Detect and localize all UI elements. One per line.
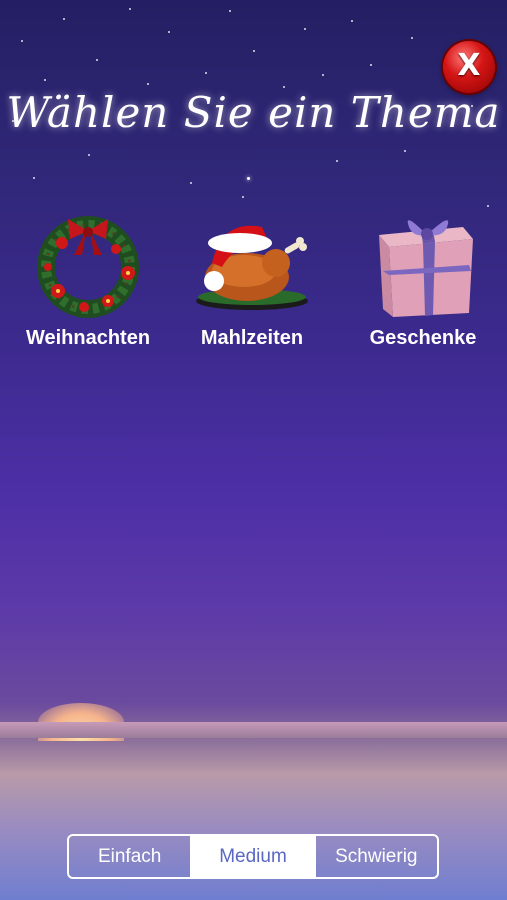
theme-label: Mahlzeiten <box>200 327 304 349</box>
difficulty-selector[interactable]: Einfach Medium Schwierig <box>67 834 439 879</box>
theme-option-mahlzeiten[interactable]: Mahlzeiten <box>172 205 332 350</box>
theme-option-geschenke[interactable]: Geschenke <box>343 205 503 350</box>
close-button[interactable]: X <box>443 41 495 93</box>
difficulty-option-einfach[interactable]: Einfach <box>69 836 190 877</box>
theme-label: Weihnachten <box>25 327 151 349</box>
page-title: Wählen Sie ein Thema <box>6 88 501 137</box>
theme-option-weihnachten[interactable]: Weihnachten <box>8 205 168 350</box>
roast-turkey-icon <box>192 205 312 325</box>
close-icon: X <box>457 48 481 83</box>
theme-selection-screen: X Wählen Sie ein Thema Weihnachten Mahlz… <box>0 0 507 900</box>
wreath-icon <box>28 205 148 325</box>
difficulty-option-medium[interactable]: Medium <box>190 836 314 877</box>
horizon <box>0 722 507 738</box>
difficulty-option-schwierig[interactable]: Schwierig <box>313 836 437 877</box>
theme-label: Geschenke <box>369 327 477 349</box>
gift-box-icon <box>363 205 483 325</box>
